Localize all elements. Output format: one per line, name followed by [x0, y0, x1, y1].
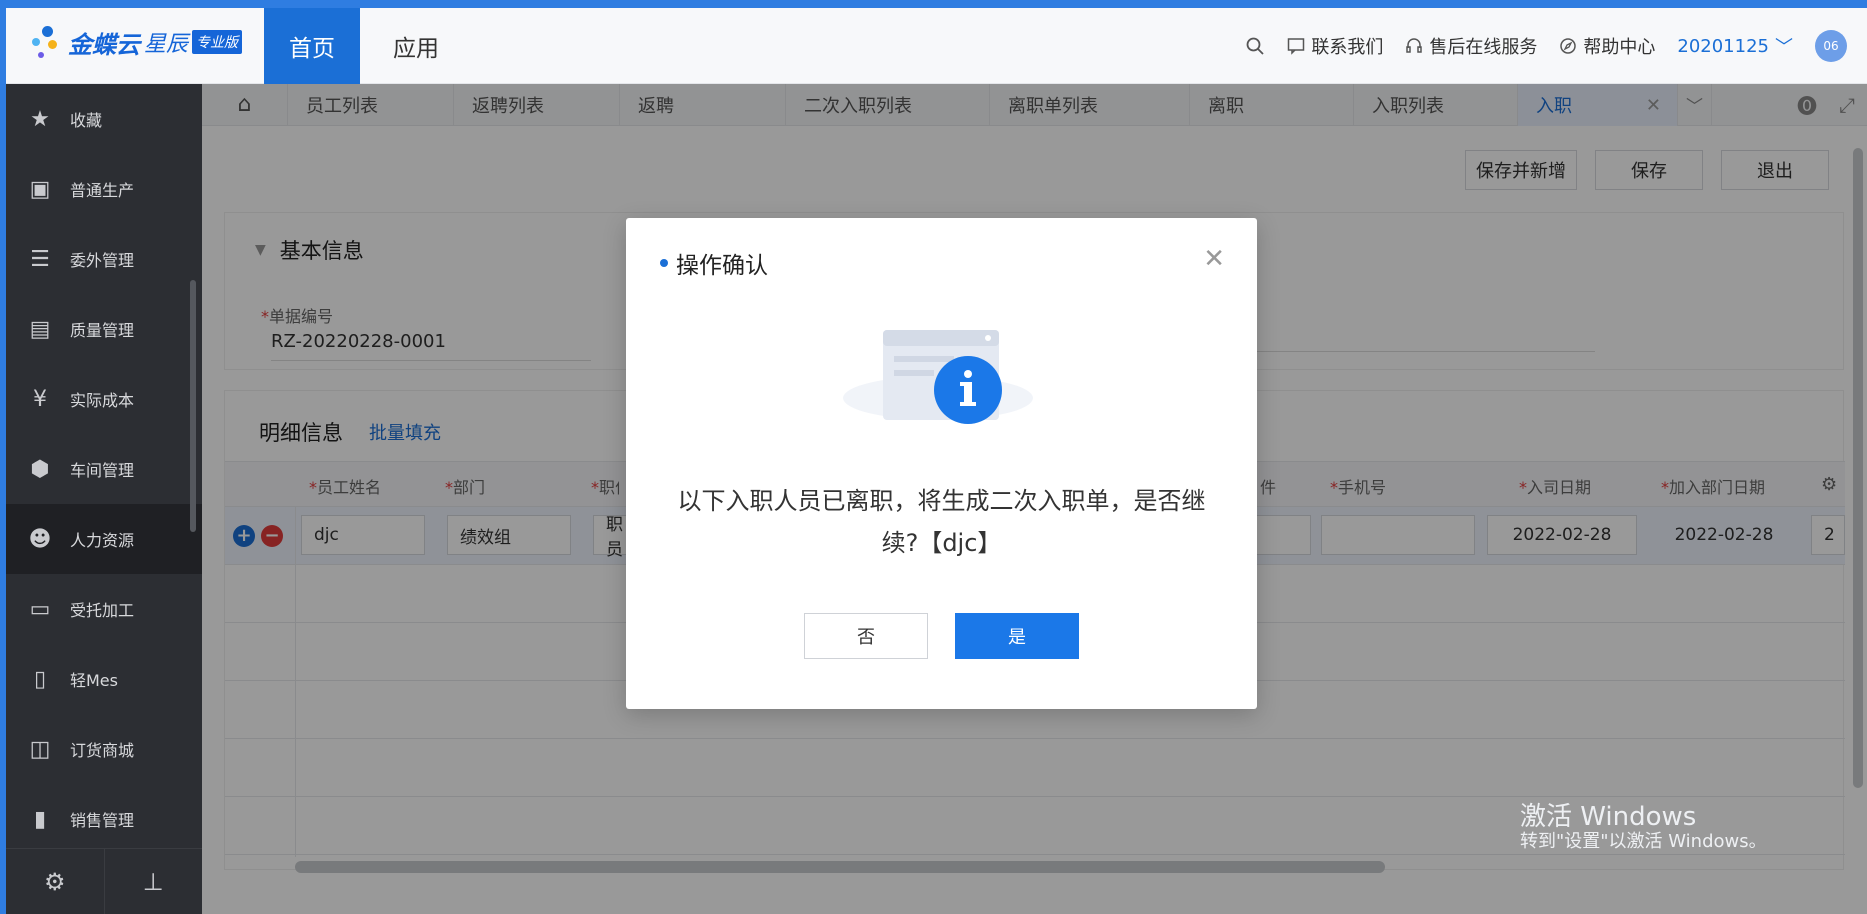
info-illustration-icon	[843, 330, 1033, 424]
cart-icon: ◫	[29, 736, 51, 762]
nav-home[interactable]: 首页	[264, 8, 360, 84]
headset-icon	[1406, 38, 1423, 53]
close-icon[interactable]: ✕	[1203, 244, 1225, 274]
header-actions: 联系我们 售后在线服务 帮助中心 20201125 ﹀ 06	[1245, 8, 1847, 84]
search-icon[interactable]	[1245, 36, 1265, 56]
avatar[interactable]: 06	[1815, 30, 1847, 62]
after-sales-link[interactable]: 售后在线服务	[1405, 33, 1537, 59]
sidebar-item[interactable]: ◫ 订货商城	[6, 714, 202, 784]
sidebar-item-label: 实际成本	[70, 391, 135, 410]
watermark-line1: 激活 Windows	[1520, 802, 1697, 832]
sidebar-item[interactable]: ⬢ 车间管理	[6, 434, 202, 504]
person-add-icon: ☻	[28, 526, 52, 552]
top-header: 金蝶云 星辰 专业版 首页 应用 联系我们 售后在线服务 帮助中心 202011…	[6, 8, 1867, 84]
sidebar-item[interactable]: ▯ 轻Mes	[6, 644, 202, 714]
inspect-icon: ▤	[29, 316, 51, 342]
monitor-icon: ▣	[29, 176, 51, 202]
nav-apps[interactable]: 应用	[376, 8, 456, 84]
sidebar-item-label: 轻Mes	[70, 671, 118, 690]
sidebar-item[interactable]: ▣ 普通生产	[6, 154, 202, 224]
logo-dots-icon	[28, 22, 64, 62]
contact-us-link[interactable]: 联系我们	[1287, 33, 1383, 59]
sidebar-item-label: 订货商城	[70, 741, 135, 760]
pin-icon[interactable]: ⊥	[105, 849, 203, 914]
edition-badge: 专业版	[192, 30, 243, 54]
sidebar-item[interactable]: ☻ 人力资源	[6, 504, 202, 574]
stack-icon: ☰	[30, 246, 50, 272]
confirm-dialog: 操作确认 ✕ 以下入职人员已离职，将生成二次入职单，是否继续?【djc】 否 是	[626, 218, 1257, 709]
watermark-line2: 转到"设置"以激活 Windows。	[1520, 830, 1767, 852]
sidebar-item-label: 普通生产	[70, 181, 135, 200]
logo-subtext: 星辰	[144, 32, 189, 57]
sidebar-item[interactable]: ★ 收藏	[6, 84, 202, 154]
dialog-title-text: 操作确认	[676, 253, 768, 279]
phone-icon: ▯	[33, 666, 47, 692]
message-icon	[1288, 38, 1305, 55]
box-icon: ▭	[29, 596, 51, 622]
yes-button[interactable]: 是	[955, 613, 1079, 659]
cube-icon: ⬢	[30, 456, 50, 482]
settings-gear-icon[interactable]: ⚙	[6, 849, 105, 914]
sidebar-item-label: 车间管理	[70, 461, 135, 480]
sidebar-item-label: 受托加工	[70, 601, 135, 620]
no-button[interactable]: 否	[804, 613, 928, 659]
dialog-message: 以下入职人员已离职，将生成二次入职单，是否继续?【djc】	[677, 487, 1206, 557]
sidebar-item[interactable]: ☰ 委外管理	[6, 224, 202, 294]
user-name: 20201125	[1677, 35, 1769, 57]
dialog-title: 操作确认	[660, 246, 768, 280]
sidebar-scrollbar[interactable]	[190, 280, 196, 532]
help-center-label: 帮助中心	[1583, 37, 1656, 58]
sidebar-item[interactable]: ¥ 实际成本	[6, 364, 202, 434]
yen-icon: ¥	[33, 386, 47, 412]
logo-text: 金蝶云	[68, 30, 140, 59]
star-icon: ★	[30, 106, 50, 132]
compass-icon	[1560, 38, 1577, 54]
sidebar-item[interactable]: ▤ 质量管理	[6, 294, 202, 364]
sidebar-item-label: 委外管理	[70, 251, 135, 270]
sidebar-item[interactable]: ▮ 销售管理	[6, 784, 202, 854]
sidebar-item-label: 销售管理	[70, 811, 135, 830]
sidebar-item-label: 质量管理	[70, 321, 135, 340]
title-dot-icon	[660, 259, 668, 267]
user-menu[interactable]: 20201125 ﹀	[1677, 33, 1793, 59]
chevron-down-icon: ﹀	[1775, 37, 1793, 58]
contact-us-label: 联系我们	[1311, 37, 1384, 58]
windows-activation-watermark: 激活 Windows 转到"设置"以激活 Windows。	[1520, 803, 1767, 851]
sidebar-item[interactable]: ▭ 受托加工	[6, 574, 202, 644]
sidebar-item-label: 收藏	[70, 111, 103, 130]
help-center-link[interactable]: 帮助中心	[1559, 33, 1655, 59]
sidebar-item-label: 人力资源	[70, 531, 135, 550]
app-logo[interactable]: 金蝶云 星辰 专业版	[28, 22, 243, 62]
bar-chart-icon: ▮	[33, 806, 47, 832]
sidebar: ★ 收藏 ▣ 普通生产 ☰ 委外管理 ▤ 质量管理 ¥ 实际成本 ⬢ 车间管理 ☻ 人力资源 ▭ 受托加工 ▯ 轻…	[6, 84, 202, 914]
after-sales-label: 售后在线服务	[1429, 37, 1538, 58]
window-frame-top	[0, 0, 1867, 8]
sidebar-footer: ⚙ ⊥	[6, 848, 202, 914]
